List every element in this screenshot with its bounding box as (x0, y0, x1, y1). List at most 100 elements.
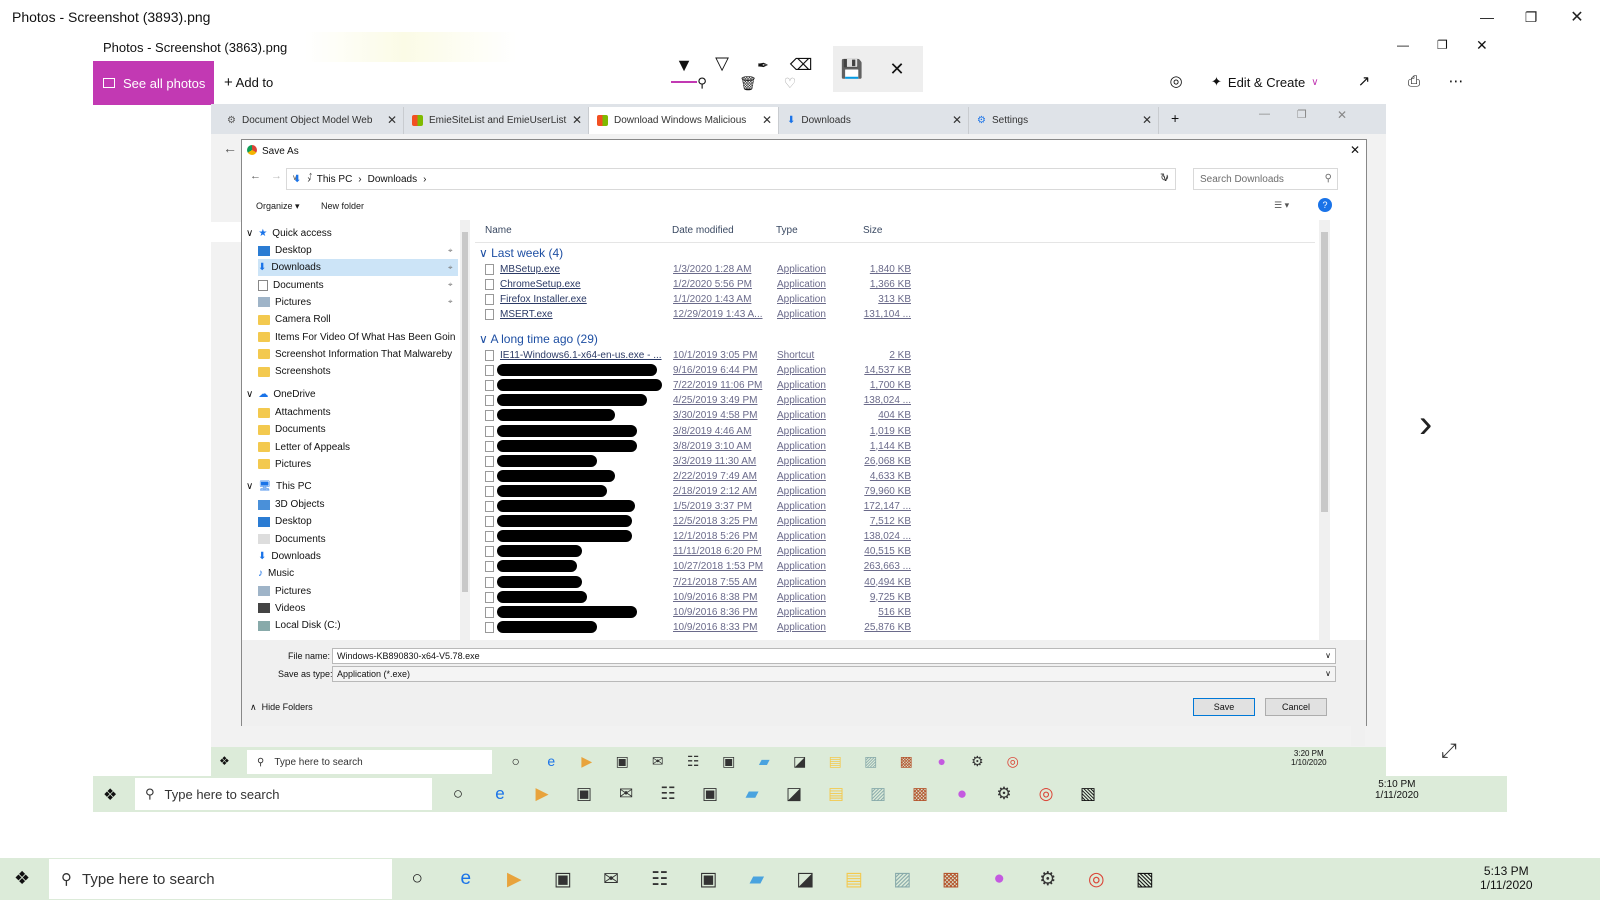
nav-item-desktop[interactable]: Desktop ⌖ (258, 242, 453, 259)
store-icon[interactable]: ▣ (565, 784, 603, 804)
paint-icon[interactable]: ▰ (733, 784, 771, 804)
nav-item-screenshots[interactable]: Screenshots (258, 363, 331, 380)
nav-item-music[interactable]: ♪ Music (258, 565, 294, 582)
box-icon[interactable]: ▩ (891, 753, 923, 770)
media-player-icon[interactable]: ▶ (492, 868, 537, 891)
file-row[interactable]: .exe3/3/2019 11:30 AMApplication26,068 K… (485, 454, 1325, 469)
file-name[interactable]: ChromeSetup.exe (500, 279, 581, 290)
paint-icon[interactable]: ▰ (735, 868, 780, 891)
edge-icon[interactable]: e (536, 753, 568, 769)
inner-minimize-button[interactable]: — (1397, 38, 1409, 52)
cancel-button[interactable]: Cancel (1265, 698, 1327, 716)
cortana-icon[interactable]: ○ (439, 784, 477, 804)
nav-scrollbar[interactable] (460, 220, 470, 640)
file-scrollbar[interactable] (1319, 220, 1330, 640)
nav-item-documents[interactable]: Documents ⌖ (258, 277, 453, 294)
file-scroll-thumb[interactable] (1321, 232, 1328, 512)
column-name[interactable]: Name (485, 225, 512, 236)
expand-icon[interactable]: ⤢ (1441, 740, 1457, 763)
new-folder-button[interactable]: New folder (321, 201, 364, 211)
edit-create-button[interactable]: ✦ Edit & Create ∨ (1211, 74, 1319, 90)
browser-minimize[interactable]: — (1259, 108, 1270, 120)
browser-tab-active[interactable]: Download Windows Malicious ✕ (589, 107, 779, 134)
browser-tab[interactable]: ⚙ Document Object Model Web ✕ (219, 107, 404, 134)
close-tab-icon[interactable]: ✕ (762, 113, 772, 127)
browser-tab[interactable]: ⬇ Downloads ✕ (779, 107, 969, 134)
nav-item-screenshot-information-that-malwareby[interactable]: Screenshot Information That Malwareby (258, 346, 452, 363)
add-to-button[interactable]: + Add to (224, 74, 273, 91)
quick-access[interactable]: ∨ ★ Quick access (246, 225, 332, 242)
camera-icon[interactable]: ▣ (713, 753, 745, 770)
inner-restore-button[interactable]: ❐ (1437, 38, 1448, 52)
column-type[interactable]: Type (776, 225, 798, 236)
enhance-icon[interactable]: ◎ (1161, 66, 1191, 96)
search-downloads-input[interactable]: Search Downloads ⚲ (1193, 168, 1338, 190)
file-name[interactable]: MBSetup.exe (500, 264, 560, 275)
breadcrumb-this-pc[interactable]: This PC (317, 174, 353, 185)
back-arrow-icon[interactable]: ← (223, 140, 237, 156)
hide-folders-button[interactable]: ∧ Hide Folders (250, 702, 313, 713)
onedrive[interactable]: ∨ ☁ OneDrive (246, 386, 316, 403)
group-long-ago[interactable]: ∨ A long time ago (29) (479, 332, 598, 346)
chrome-icon[interactable]: ◎ (1074, 868, 1119, 891)
taskbar-search[interactable]: ⚲ Type here to search (49, 859, 392, 899)
cortana-icon[interactable]: ○ (500, 753, 532, 769)
nav-item-pictures[interactable]: Pictures (258, 456, 311, 473)
nav-scroll-thumb[interactable] (462, 232, 468, 592)
save-as-type-dropdown-icon[interactable]: ∨ (1325, 669, 1331, 678)
settings-icon[interactable]: ⚙ (962, 753, 994, 770)
photos-icon[interactable]: ▧ (1123, 868, 1168, 891)
photos-app-icon[interactable]: ▨ (855, 753, 887, 770)
group-last-week[interactable]: ∨ Last week (4) (479, 246, 563, 260)
nav-item-downloads[interactable]: ⬇ Downloads ⌖ (258, 259, 458, 277)
file-row[interactable]: IE11-Windows6.1-x64-en-us.exe - ... 10/1/… (485, 348, 1325, 363)
save-button[interactable]: Save (1193, 698, 1255, 716)
file-row[interactable]: x86...12/1/2018 5:26 PMApplication138,02… (485, 529, 1325, 544)
restore-button[interactable]: ❐ (1508, 0, 1554, 34)
camera-icon[interactable]: ▣ (691, 784, 729, 804)
file-explorer-icon[interactable]: ▤ (832, 868, 877, 891)
sticky-notes-icon[interactable]: ◪ (783, 868, 828, 891)
taskbar-1-clock[interactable]: 3:20 PM 1/10/2020 (1291, 749, 1327, 767)
close-tab-icon[interactable]: ✕ (572, 113, 582, 127)
nav-item-camera-roll[interactable]: Camera Roll (258, 311, 331, 328)
calligraphy-pen-icon[interactable]: ✒ (748, 50, 778, 80)
close-button[interactable]: ✕ (1554, 0, 1600, 34)
file-row[interactable]: MBSetup.exe 1/3/2020 1:28 AM Application 1,… (485, 262, 1325, 277)
file-row[interactable]: 161...1/5/2019 3:37 PMApplication172,147… (485, 499, 1325, 514)
nav-item-3d-objects[interactable]: 3D Objects (258, 496, 324, 513)
view-options-icon[interactable]: ☰ ▾ (1274, 200, 1289, 211)
media-player-icon[interactable]: ▶ (571, 753, 603, 770)
organize-button[interactable]: Organize ▾ (256, 201, 300, 212)
see-all-photos-button[interactable]: See all photos (93, 61, 214, 105)
taskbar-search[interactable]: ⚲ Type here to search (135, 778, 432, 810)
forward-icon[interactable]: → (271, 170, 282, 182)
browser-tab[interactable]: EmieSiteList and EmieUserList ✕ (404, 107, 589, 134)
more-options-icon[interactable]: ⋯ (1441, 66, 1471, 96)
file-row[interactable]: Firefox Installer.exe 1/1/2020 1:43 AM App… (485, 292, 1325, 307)
close-tab-icon[interactable]: ✕ (1142, 113, 1152, 127)
browser-tab[interactable]: ⚙ Settings ✕ (969, 107, 1159, 134)
mail-icon[interactable]: ✉ (607, 784, 645, 804)
breadcrumb-downloads[interactable]: Downloads (368, 174, 417, 185)
sticky-notes-icon[interactable]: ◪ (784, 753, 816, 770)
nav-item-pictures[interactable]: Pictures (258, 583, 311, 600)
nav-item-letter-of-appeals[interactable]: Letter of Appeals (258, 439, 350, 456)
teams-icon[interactable]: ☷ (649, 784, 687, 804)
file-row[interactable]: 3/30/2019 4:58 PM Application 404 KB (485, 408, 1325, 423)
photos-icon[interactable]: ▧ (1069, 784, 1107, 804)
inner-close-button[interactable]: ✕ (1476, 37, 1488, 54)
back-icon[interactable]: ← (250, 170, 261, 182)
help-icon[interactable]: ? (1318, 198, 1332, 212)
nav-item-documents[interactable]: Documents (258, 531, 326, 548)
file-name-input[interactable]: Windows-KB890830-x64-V5.78.exe ∨ (332, 648, 1336, 664)
cortana-icon[interactable]: ○ (395, 868, 440, 890)
teams-icon[interactable]: ☷ (678, 753, 710, 770)
file-name-dropdown-icon[interactable]: ∨ (1325, 651, 1331, 660)
column-date-modified[interactable]: Date modified (672, 225, 734, 236)
file-row[interactable]: .exe10/9/2016 8:36 PMApplication516 KB (485, 605, 1325, 620)
close-tab-icon[interactable]: ✕ (952, 113, 962, 127)
taskbar-search[interactable]: ⚲ Type here to search (247, 750, 492, 774)
close-tab-icon[interactable]: ✕ (387, 113, 397, 127)
this-pc[interactable]: ∨ 🖥 This PC (246, 478, 312, 495)
